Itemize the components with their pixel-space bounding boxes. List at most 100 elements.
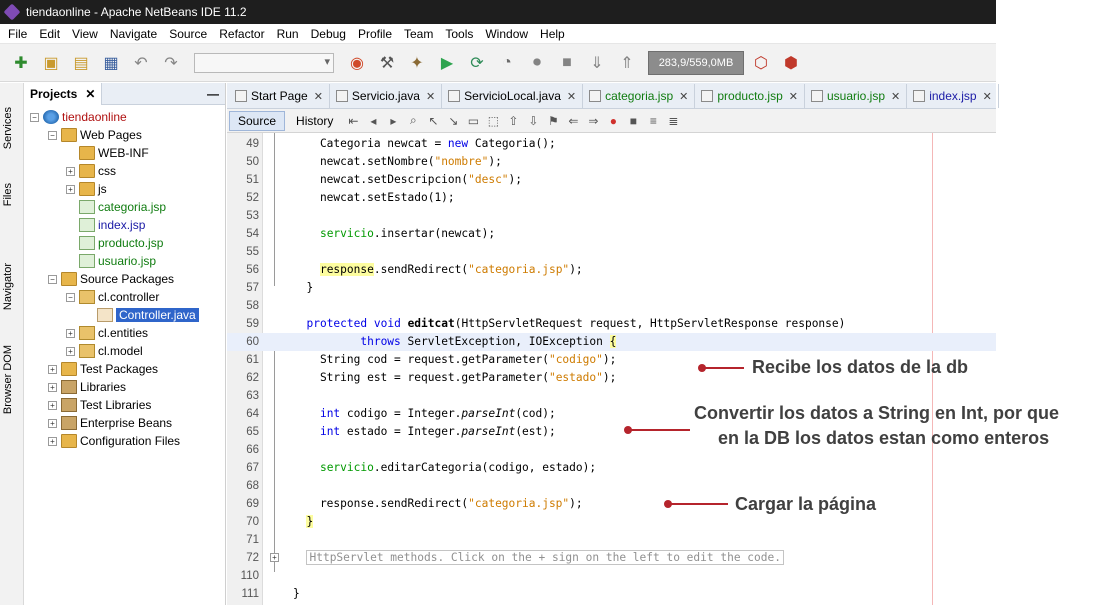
tree-node[interactable]: producto.jsp xyxy=(66,234,163,252)
tree-node[interactable]: + css xyxy=(66,162,116,180)
undo-icon[interactable]: ↶ xyxy=(128,50,154,76)
expand-icon[interactable]: + xyxy=(66,184,75,194)
expand-icon[interactable]: + xyxy=(48,400,57,410)
history-tab[interactable]: History xyxy=(287,111,342,131)
expand-icon[interactable]: + xyxy=(48,382,57,392)
collapse-icon[interactable]: − xyxy=(48,130,57,140)
tree-node[interactable]: + Enterprise Beans xyxy=(48,414,172,432)
heap-dump-icon[interactable]: ⬢ xyxy=(778,50,804,76)
tree-node[interactable]: + Configuration Files xyxy=(48,432,180,450)
run-icon[interactable]: ▶ xyxy=(434,50,460,76)
tab-producto-jsp[interactable]: producto.jsp ✕ xyxy=(695,84,805,108)
close-icon[interactable]: ✕ xyxy=(891,90,900,103)
menu-tools[interactable]: Tools xyxy=(439,27,479,41)
toggle-highlight-icon[interactable]: ▭ xyxy=(464,112,482,130)
collapse-icon[interactable]: − xyxy=(30,112,39,122)
close-icon[interactable]: ✕ xyxy=(314,90,323,103)
toggle-rect-selection-icon[interactable]: ⬚ xyxy=(484,112,502,130)
back-icon[interactable]: ◂ xyxy=(364,112,382,130)
tree-node[interactable]: usuario.jsp xyxy=(66,252,156,270)
tree-node[interactable]: + Test Libraries xyxy=(48,396,151,414)
expand-icon[interactable]: + xyxy=(66,346,75,356)
close-icon[interactable]: ✕ xyxy=(85,87,95,101)
menu-edit[interactable]: Edit xyxy=(33,27,66,41)
menu-help[interactable]: Help xyxy=(534,27,571,41)
tab-index-jsp[interactable]: index.jsp ✕ xyxy=(907,84,999,108)
menu-view[interactable]: View xyxy=(66,27,104,41)
expand-icon[interactable]: + xyxy=(66,166,75,176)
menu-file[interactable]: File xyxy=(2,27,33,41)
close-icon[interactable]: ✕ xyxy=(679,90,688,103)
close-icon[interactable]: ✕ xyxy=(567,90,576,103)
tab-usuario-jsp[interactable]: usuario.jsp ✕ xyxy=(805,84,908,108)
uncomment-icon[interactable]: ≣ xyxy=(664,112,682,130)
tree-node[interactable]: + cl.model xyxy=(66,342,143,360)
menu-debug[interactable]: Debug xyxy=(305,27,352,41)
pause-icon[interactable]: ⏺ xyxy=(524,50,550,76)
open-project-icon[interactable]: ▤ xyxy=(68,50,94,76)
tab-start-page[interactable]: Start Page ✕ xyxy=(229,84,330,108)
config-select[interactable] xyxy=(194,52,334,73)
find-next-icon[interactable]: ↘ xyxy=(444,112,462,130)
tree-node[interactable]: + cl.entities xyxy=(66,324,148,342)
tree-node[interactable]: Controller.java xyxy=(84,306,199,324)
expand-icon[interactable]: + xyxy=(48,436,57,446)
toggle-bookmark-icon[interactable]: ⚑ xyxy=(544,112,562,130)
tree-node[interactable]: − Source Packages xyxy=(48,270,174,288)
build-icon[interactable]: ⚒ xyxy=(374,50,400,76)
close-icon[interactable]: ✕ xyxy=(789,90,798,103)
new-project-icon[interactable]: ▣ xyxy=(38,50,64,76)
last-edit-icon[interactable]: ⇤ xyxy=(344,112,362,130)
source-tab[interactable]: Source xyxy=(229,110,286,131)
browser-dom-tab[interactable]: Browser DOM xyxy=(2,345,14,414)
menu-team[interactable]: Team xyxy=(398,27,439,41)
menu-navigate[interactable]: Navigate xyxy=(104,27,163,41)
services-tab[interactable]: Services xyxy=(2,107,14,149)
stop-macro-icon[interactable]: ■ xyxy=(624,112,642,130)
find-previous-icon[interactable]: ↖ xyxy=(424,112,442,130)
redo-icon[interactable]: ↷ xyxy=(158,50,184,76)
tree-node[interactable]: WEB-INF xyxy=(66,144,149,162)
save-all-icon[interactable]: ▦ xyxy=(98,50,124,76)
minimize-icon[interactable]: — xyxy=(207,87,219,101)
stop-icon[interactable]: ■ xyxy=(554,50,580,76)
expand-icon[interactable]: + xyxy=(48,418,57,428)
tree-node[interactable]: + Libraries xyxy=(48,378,126,396)
start-macro-icon[interactable]: ● xyxy=(604,112,622,130)
projects-tab[interactable]: Projects ✕ xyxy=(24,82,103,105)
shift-right-icon[interactable]: ⇒ xyxy=(584,112,602,130)
menu-run[interactable]: Run xyxy=(271,27,305,41)
tab-categoria-jsp[interactable]: categoria.jsp ✕ xyxy=(583,84,696,108)
tree-node[interactable]: index.jsp xyxy=(66,216,145,234)
tree-node[interactable]: − Web Pages xyxy=(48,126,142,144)
expand-icon[interactable]: + xyxy=(48,364,57,374)
tree-node[interactable]: + js xyxy=(66,180,107,198)
collapse-icon[interactable]: − xyxy=(66,292,75,302)
tree-node[interactable]: categoria.jsp xyxy=(66,198,166,216)
files-tab[interactable]: Files xyxy=(2,183,14,206)
tree-node[interactable]: + Test Packages xyxy=(48,360,158,378)
tree-node[interactable]: − tiendaonline xyxy=(30,108,127,126)
collapse-icon[interactable]: − xyxy=(48,274,57,284)
tree-node[interactable]: − cl.controller xyxy=(66,288,159,306)
step-into-icon[interactable]: ⇓ xyxy=(584,50,610,76)
close-icon[interactable]: ✕ xyxy=(426,90,435,103)
debug-icon[interactable]: ⟳ xyxy=(464,50,490,76)
browser-icon[interactable]: ◉ xyxy=(344,50,370,76)
comment-icon[interactable]: ≡ xyxy=(644,112,662,130)
profile-icon[interactable]: ◔ xyxy=(494,50,520,76)
tab-serviciolocal-java[interactable]: ServicioLocal.java ✕ xyxy=(442,84,584,108)
menu-refactor[interactable]: Refactor xyxy=(213,27,270,41)
clean-build-icon[interactable]: ✦ xyxy=(404,50,430,76)
new-file-icon[interactable]: ✚ xyxy=(8,50,34,76)
find-icon[interactable]: ⌕ xyxy=(404,112,422,130)
memory-usage-indicator[interactable]: 283,9/559,0MB xyxy=(648,50,744,75)
menu-source[interactable]: Source xyxy=(163,27,213,41)
close-icon[interactable]: ✕ xyxy=(983,90,992,103)
next-bookmark-icon[interactable]: ⇩ xyxy=(524,112,542,130)
tab-servicio-java[interactable]: Servicio.java ✕ xyxy=(330,84,443,108)
expand-icon[interactable]: + xyxy=(66,328,75,338)
shift-left-icon[interactable]: ⇐ xyxy=(564,112,582,130)
menu-window[interactable]: Window xyxy=(479,27,534,41)
step-out-icon[interactable]: ⇑ xyxy=(614,50,640,76)
